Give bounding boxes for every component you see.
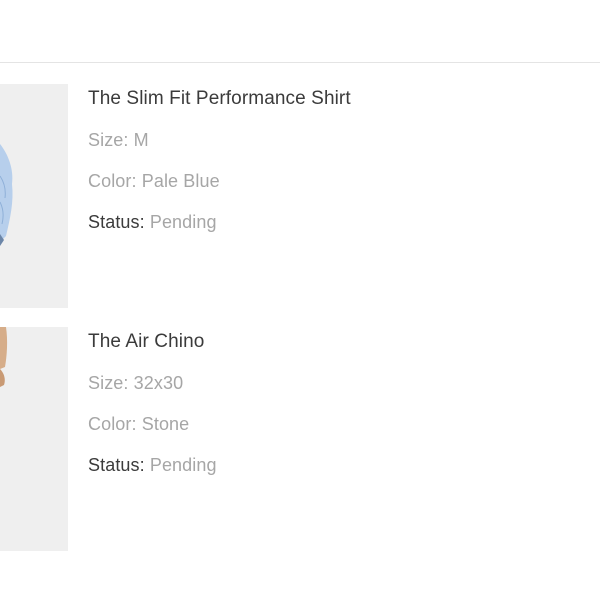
- status-attribute: Status: Pending: [88, 455, 217, 476]
- order-items-page: The Slim Fit Performance Shirt Size: M C…: [0, 0, 600, 600]
- top-divider: [0, 62, 600, 63]
- shirt-icon: [0, 144, 13, 246]
- status-value: Pending: [149, 455, 217, 475]
- color-attribute: Color: Stone: [88, 414, 189, 435]
- size-value: 32x30: [133, 373, 184, 393]
- size-attribute: Size: M: [88, 130, 149, 151]
- order-item: The Air Chino Size: 32x30 Color: Stone S…: [0, 327, 600, 551]
- status-value: Pending: [149, 212, 217, 232]
- status-label: Status:: [88, 212, 145, 232]
- order-item: The Slim Fit Performance Shirt Size: M C…: [0, 84, 600, 308]
- color-value: Stone: [141, 414, 190, 434]
- size-value: M: [133, 130, 149, 150]
- size-attribute: Size: 32x30: [88, 373, 183, 394]
- status-label: Status:: [88, 455, 145, 475]
- product-name[interactable]: The Air Chino: [88, 331, 204, 353]
- size-label: Size:: [88, 373, 129, 393]
- status-attribute: Status: Pending: [88, 212, 217, 233]
- product-name[interactable]: The Slim Fit Performance Shirt: [88, 88, 351, 110]
- color-attribute: Color: Pale Blue: [88, 171, 220, 192]
- size-label: Size:: [88, 130, 129, 150]
- color-value: Pale Blue: [141, 171, 220, 191]
- shirt-image[interactable]: [0, 84, 68, 308]
- pants-image[interactable]: [0, 327, 68, 551]
- color-label: Color:: [88, 414, 137, 434]
- pants-icon: [0, 327, 8, 387]
- color-label: Color:: [88, 171, 137, 191]
